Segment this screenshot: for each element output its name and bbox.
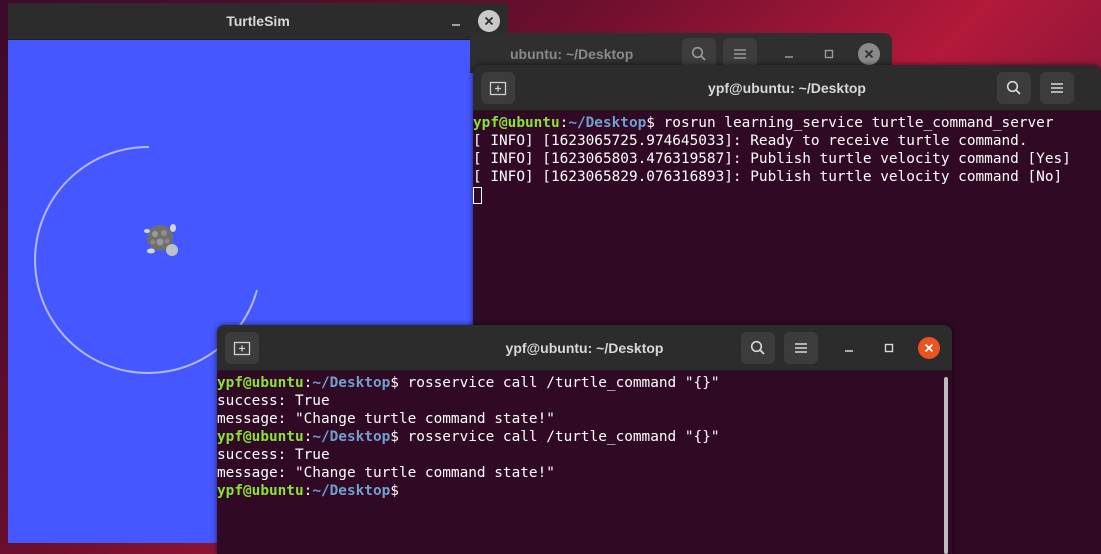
- prompt-separator: :: [559, 115, 569, 131]
- output-text: message: "Change turtle command state!": [217, 465, 555, 481]
- maximize-button[interactable]: [878, 337, 900, 359]
- prompt-symbol: $: [390, 375, 399, 391]
- output-text: success: True: [217, 447, 330, 463]
- close-button[interactable]: [478, 10, 500, 32]
- minimize-button[interactable]: [838, 337, 860, 359]
- menu-button[interactable]: [1040, 72, 1074, 104]
- close-button[interactable]: [918, 337, 940, 359]
- prompt-line: ypf@ubuntu:~/Desktop$ rosservice call /t…: [217, 428, 952, 446]
- prompt-separator: :: [303, 375, 313, 391]
- search-button[interactable]: [997, 72, 1031, 104]
- prompt-path: ~/Desktop: [312, 375, 391, 391]
- output-line: [ INFO] [1623065725.974645033]: Ready to…: [473, 132, 1101, 150]
- output-line: message: "Change turtle command state!": [217, 410, 952, 428]
- prompt-user: ypf@ubuntu: [217, 375, 304, 391]
- prompt-user: ypf@ubuntu: [217, 429, 304, 445]
- minimize-icon: [785, 56, 793, 58]
- close-icon: [484, 16, 494, 26]
- prompt-separator: :: [303, 483, 313, 499]
- output-line: success: True: [217, 392, 952, 410]
- output-text: [ INFO] [1623065803.476319587]: Publish …: [473, 151, 1071, 167]
- prompt-symbol: $: [646, 115, 655, 131]
- maximize-icon: [884, 343, 894, 353]
- hamburger-menu-icon: [1051, 83, 1063, 93]
- prompt-line: ypf@ubuntu:~/Desktop$ rosservice call /t…: [217, 374, 952, 392]
- prompt-separator: :: [303, 429, 313, 445]
- turtlesim-titlebar[interactable]: TurtleSim: [8, 3, 508, 40]
- terminal-scrollbar[interactable]: [944, 377, 948, 554]
- output-line: [ INFO] [1623065803.476319587]: Publish …: [473, 150, 1101, 168]
- prompt-user: ypf@ubuntu: [217, 483, 304, 499]
- command-text: rosrun learning_service turtle_command_s…: [654, 115, 1054, 131]
- minimize-button[interactable]: [778, 43, 800, 65]
- minimize-icon: [452, 24, 460, 26]
- close-button[interactable]: [858, 43, 880, 65]
- prompt-path: ~/Desktop: [312, 429, 391, 445]
- hamburger-menu-icon: [795, 343, 807, 353]
- client-terminal-output[interactable]: ypf@ubuntu:~/Desktop$ rosservice call /t…: [217, 371, 952, 554]
- minimize-button[interactable]: [445, 11, 467, 33]
- prompt-path: ~/Desktop: [312, 483, 391, 499]
- prompt-symbol: $: [390, 429, 399, 445]
- prompt-symbol: $: [390, 483, 399, 499]
- output-line: success: True: [217, 446, 952, 464]
- command-text: rosservice call /turtle_command "{}": [398, 375, 720, 391]
- prompt-line: ypf@ubuntu:~/Desktop$: [217, 482, 952, 500]
- search-icon: [691, 46, 706, 61]
- output-line: [ INFO] [1623065829.076316893]: Publish …: [473, 168, 1101, 186]
- menu-button[interactable]: [784, 332, 818, 364]
- hamburger-menu-icon: [734, 49, 746, 59]
- maximize-icon: [824, 49, 834, 59]
- search-button[interactable]: [741, 332, 775, 364]
- minimize-icon: [845, 350, 853, 352]
- search-icon: [1006, 80, 1021, 95]
- turtle-icon: [144, 224, 178, 256]
- text-cursor: [473, 187, 482, 204]
- prompt-path: ~/Desktop: [568, 115, 647, 131]
- prompt-line: ypf@ubuntu:~/Desktop$ rosrun learning_se…: [473, 114, 1101, 132]
- close-icon: [864, 49, 874, 59]
- server-terminal-titlebar[interactable]: ypf@ubuntu: ~/Desktop: [473, 65, 1101, 111]
- output-text: [ INFO] [1623065829.076316893]: Publish …: [473, 169, 1063, 185]
- output-line: message: "Change turtle command state!": [217, 464, 952, 482]
- output-text: [ INFO] [1623065725.974645033]: Ready to…: [473, 133, 1028, 149]
- prompt-user: ypf@ubuntu: [473, 115, 560, 131]
- output-text: success: True: [217, 393, 330, 409]
- input-line[interactable]: [473, 186, 1101, 204]
- command-text: rosservice call /turtle_command "{}": [398, 429, 720, 445]
- maximize-button[interactable]: [818, 43, 840, 65]
- search-icon: [750, 340, 765, 355]
- close-icon: [924, 343, 934, 353]
- turtlesim-title: TurtleSim: [226, 13, 290, 29]
- client-terminal-titlebar[interactable]: ypf@ubuntu: ~/Desktop: [217, 325, 952, 371]
- client-terminal-window[interactable]: ypf@ubuntu: ~/Desktop ypf@ubuntu:~/Deskt…: [217, 325, 952, 554]
- output-text: message: "Change turtle command state!": [217, 411, 555, 427]
